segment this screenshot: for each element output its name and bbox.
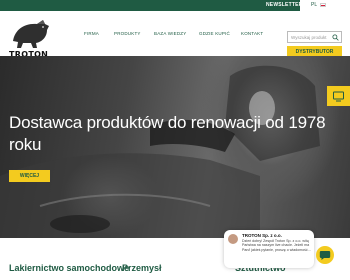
language-selector[interactable]: PL bbox=[300, 0, 350, 11]
search-placeholder: Wyszukaj produkt bbox=[291, 35, 327, 40]
hero-title: Dostawca produktów do renowacji od 1978 … bbox=[9, 113, 326, 154]
more-button[interactable]: WIĘCEJ bbox=[9, 170, 50, 182]
nav-item-produkty[interactable]: PRODUKTY bbox=[114, 31, 141, 36]
site-header: TROTON FIRMA PRODUKTY BAZA WIEDZY GDZIE … bbox=[0, 11, 350, 59]
cat-logo-icon[interactable] bbox=[9, 15, 53, 53]
chat-company-name: TROTON Sp. z o.o. bbox=[242, 233, 282, 238]
search-input[interactable]: Wyszukaj produkt bbox=[287, 31, 342, 43]
chat-popup[interactable]: TROTON Sp. z o.o. Dzień dobry! Zespół Tr… bbox=[224, 230, 314, 268]
chat-bubble-icon bbox=[319, 251, 331, 260]
chat-message: Dzień dobry! Zespół Troton Sp. z o.o. wi… bbox=[242, 239, 311, 252]
side-tab-button[interactable] bbox=[327, 86, 350, 106]
language-code: PL bbox=[311, 2, 318, 8]
hero-banner: Dostawca produktów do renowacji od 1978 … bbox=[0, 56, 350, 238]
nav-item-firma[interactable]: FIRMA bbox=[84, 31, 99, 36]
flag-pl-icon bbox=[320, 3, 326, 7]
agent-avatar bbox=[228, 234, 238, 244]
category-przemysl[interactable]: Przemysł bbox=[122, 263, 162, 273]
category-lakiernictwo[interactable]: Lakiernictwo samochodowe bbox=[9, 263, 129, 273]
top-bar: NEWSLETTER PL bbox=[0, 0, 350, 11]
nav-item-baza-wiedzy[interactable]: BAZA WIEDZY bbox=[154, 31, 186, 36]
distributor-label: DYSTRYBUTOR bbox=[295, 49, 334, 55]
newsletter-link[interactable]: NEWSLETTER bbox=[266, 2, 302, 8]
more-label: WIĘCEJ bbox=[19, 173, 40, 179]
nav-item-kontakt[interactable]: KONTAKT bbox=[241, 31, 263, 36]
nav-item-gdzie-kupic[interactable]: GDZIE KUPIĆ bbox=[199, 31, 230, 36]
search-icon[interactable] bbox=[332, 34, 339, 41]
chat-screen-icon bbox=[333, 91, 344, 102]
chat-launcher-button[interactable] bbox=[316, 246, 334, 264]
